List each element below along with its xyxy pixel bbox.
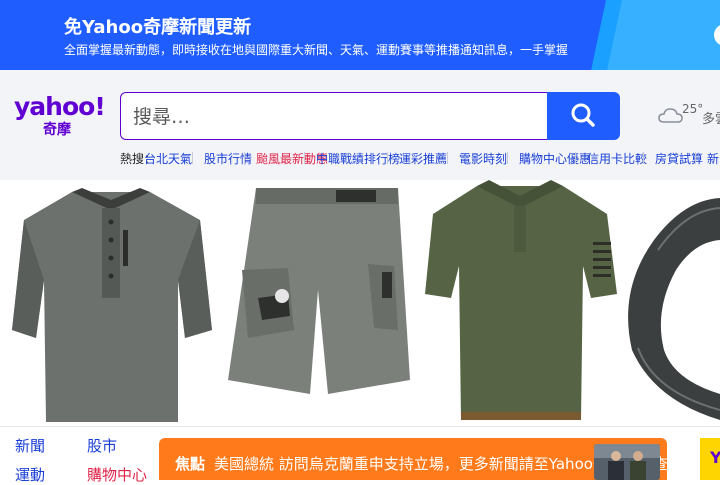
trending-link[interactable]: 台北天氣 xyxy=(144,150,192,167)
nav-divider xyxy=(387,152,388,164)
news-thumbnail[interactable] xyxy=(594,444,660,480)
trending-link[interactable]: 電影時刻 xyxy=(459,150,507,167)
trending-link[interactable]: 運彩推薦 xyxy=(399,150,447,167)
search-input[interactable] xyxy=(131,103,535,131)
banner-decoration xyxy=(607,0,720,70)
cargo-shorts-image xyxy=(228,188,410,394)
ad-product-tactical-belt[interactable] xyxy=(624,180,720,426)
quick-link[interactable]: 新聞 xyxy=(15,435,45,456)
nav-divider xyxy=(304,152,305,164)
polo-shirt-image xyxy=(425,180,617,420)
ad-product-henley-tshirt[interactable] xyxy=(10,180,213,426)
banner-subtitle: 全面掌握最新動態，即時接收在地與國際重大新聞、天氣、運動賽事等推播通知訊息，一手… xyxy=(64,43,569,57)
nav-divider xyxy=(575,152,576,164)
nav-divider xyxy=(244,152,245,164)
logo-wordmark: yahoo! xyxy=(14,92,106,121)
banner-title: 免Yahoo奇摩新聞更新 xyxy=(64,17,252,38)
news-headline-bar[interactable]: 焦點 美國總統 訪問烏克蘭重申支持立場，更多新聞請至Yahoo奇摩新聞查看 xyxy=(159,438,683,480)
nav-divider xyxy=(447,152,448,164)
yahoo-badge[interactable]: Y xyxy=(700,438,720,480)
cloud-icon xyxy=(658,108,683,123)
trending-link[interactable]: 新聞 xyxy=(707,150,720,167)
trending-link[interactable]: 購物中心優惠 xyxy=(519,150,591,167)
ad-divider xyxy=(0,426,720,427)
nav-divider xyxy=(643,152,644,164)
quick-link[interactable]: 運動 xyxy=(15,464,45,485)
logo-chinese: 奇摩 xyxy=(43,122,71,138)
weather-temperature: 25° xyxy=(682,102,704,116)
weather-condition: 多雲 xyxy=(702,112,720,127)
search-icon xyxy=(571,103,595,127)
yahoo-badge-label: Y xyxy=(710,448,720,467)
quick-link[interactable]: 股市 xyxy=(87,435,117,456)
trending-link[interactable]: 信用卡比較 xyxy=(587,150,647,167)
ad-product-polo-shirt[interactable] xyxy=(421,180,619,426)
henley-tshirt-image xyxy=(12,188,212,422)
tactical-belt-image xyxy=(624,180,720,426)
yahoo-logo[interactable]: yahoo! 奇摩 xyxy=(14,92,106,139)
search-button[interactable] xyxy=(547,92,620,140)
news-photo xyxy=(594,444,660,480)
app-promo-banner[interactable]: 免Yahoo奇摩新聞更新 全面掌握最新動態，即時接收在地與國際重大新聞、天氣、運… xyxy=(0,0,720,70)
ad-product-cargo-shorts[interactable] xyxy=(218,180,416,426)
search-box xyxy=(120,92,548,140)
nav-divider xyxy=(507,152,508,164)
news-tag: 焦點 xyxy=(175,455,206,473)
quick-link-hot[interactable]: 購物中心 xyxy=(87,464,147,485)
nav-divider xyxy=(192,152,193,164)
nav-divider xyxy=(695,152,696,164)
